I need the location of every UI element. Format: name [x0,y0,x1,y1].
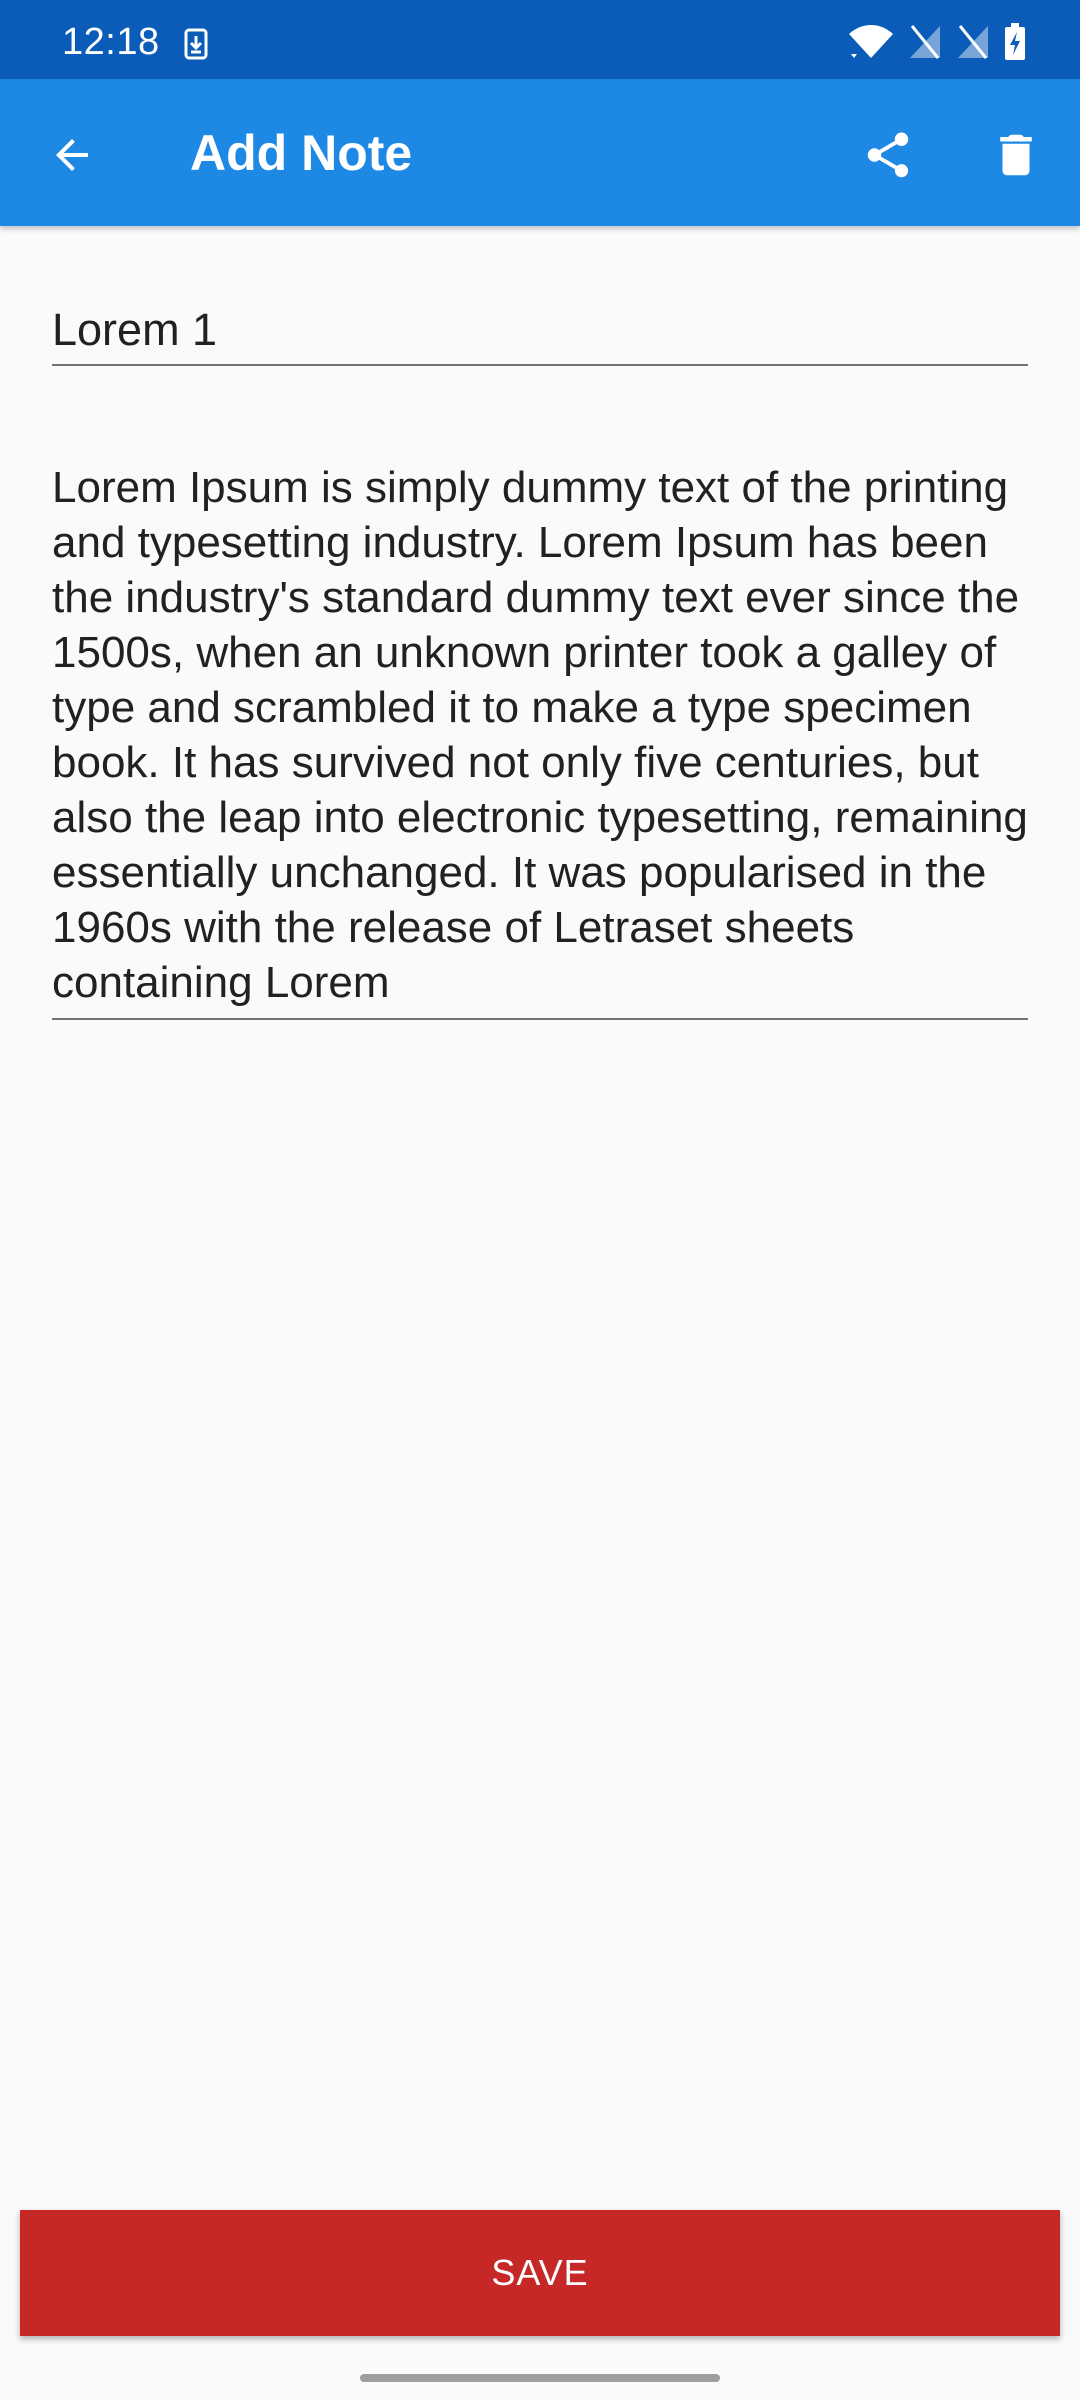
back-button[interactable] [24,109,120,205]
trash-icon [989,128,1043,187]
share-icon [861,128,915,187]
wifi-icon [848,24,894,60]
signal-off-icon [908,24,942,60]
delete-button[interactable] [968,109,1064,205]
gesture-nav-handle[interactable] [360,2374,720,2382]
note-title-input[interactable] [52,296,1028,366]
save-button[interactable]: SAVE [20,2210,1060,2336]
signal-off-icon [956,24,990,60]
battery-charging-icon [1004,23,1026,61]
share-button[interactable] [840,109,936,205]
download-icon [184,28,208,60]
app-bar: Add Note [0,79,1080,226]
page-title: Add Note [190,125,413,181]
note-body-input[interactable]: Lorem Ipsum is simply dummy text of the … [52,460,1028,1020]
status-time: 12:18 [62,21,160,63]
arrow-back-icon [48,131,96,184]
status-bar: 12:18 [0,0,1080,79]
status-icons [848,22,1026,62]
